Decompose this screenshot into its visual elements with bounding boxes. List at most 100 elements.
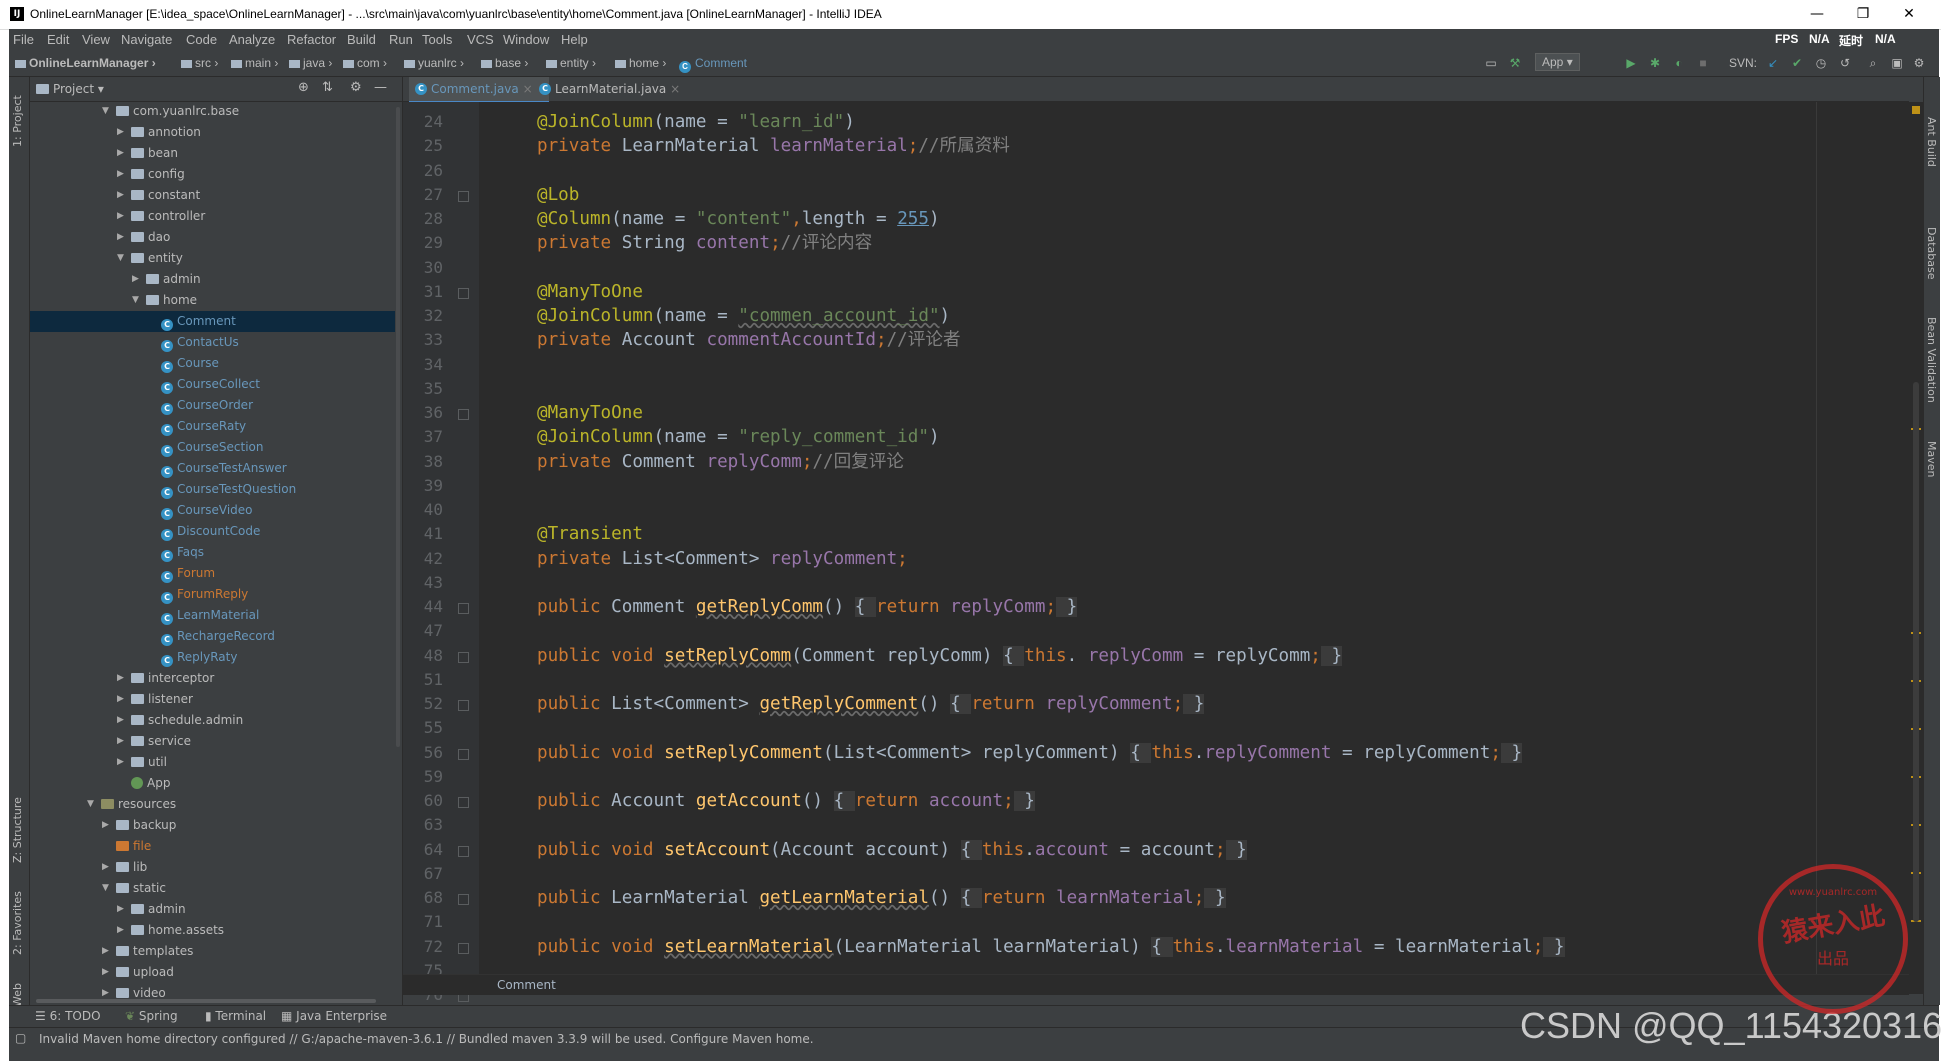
fold-marker-icon[interactable] — [458, 287, 469, 299]
expand-arrow-icon[interactable]: ▶ — [102, 962, 112, 983]
code-line[interactable]: public List<Comment> getReplyComment() {… — [537, 692, 1205, 716]
breadcrumb-src[interactable]: src › — [181, 56, 218, 70]
expand-arrow-icon[interactable]: ▶ — [117, 710, 127, 731]
tool-tab-web[interactable]: Web — [11, 983, 24, 1007]
code-line[interactable]: private Comment replyComm;//回复评论 — [537, 450, 904, 474]
hide-panel-icon[interactable]: — — [374, 80, 387, 95]
tree-item[interactable]: ▶ annotion — [30, 122, 395, 143]
revert-icon[interactable]: ↺ — [1837, 55, 1853, 71]
tree-item[interactable]: ▶ schedule.admin — [30, 710, 395, 731]
fold-marker-icon[interactable] — [458, 845, 469, 857]
tree-item[interactable]: file — [30, 836, 395, 857]
expand-arrow-icon[interactable]: ▶ — [117, 185, 127, 206]
build-hammer-icon[interactable]: ⚒ — [1507, 55, 1523, 71]
project-structure-icon[interactable]: ▭ — [1483, 55, 1499, 71]
breadcrumb-home[interactable]: home › — [615, 56, 666, 70]
tree-item[interactable]: ▶ backup — [30, 815, 395, 836]
close-tab-icon[interactable]: × — [523, 82, 533, 96]
tree-item[interactable]: ▶ interceptor — [30, 668, 395, 689]
tree-item[interactable]: C CourseOrder — [30, 395, 395, 416]
debug-icon[interactable]: ✱ — [1647, 55, 1663, 71]
status-message[interactable]: Invalid Maven home directory configured … — [39, 1032, 814, 1046]
code-line[interactable]: private LearnMaterial learnMaterial;//所属… — [537, 134, 1010, 158]
tool-tab-database[interactable]: Database — [1925, 227, 1938, 280]
tree-item[interactable]: ▶ home.assets — [30, 920, 395, 941]
expand-arrow-icon[interactable]: ▶ — [102, 857, 112, 878]
tool-terminal[interactable]: ▮ Terminal — [205, 1009, 266, 1023]
tree-item[interactable]: C CourseCollect — [30, 374, 395, 395]
tool-tab-project[interactable]: 1: Project — [11, 95, 24, 147]
expand-arrow-icon[interactable]: ▶ — [117, 731, 127, 752]
svn-commit-icon[interactable]: ✔ — [1789, 55, 1805, 71]
tree-item[interactable]: C CourseRaty — [30, 416, 395, 437]
settings-gear-icon[interactable]: ⚙ — [1911, 55, 1927, 71]
code-line[interactable]: @JoinColumn(name = "commen_account_id") — [537, 304, 950, 328]
status-window-icon[interactable]: ▢ — [15, 1031, 26, 1045]
collapse-arrow-icon[interactable]: ▼ — [102, 878, 112, 899]
collapse-arrow-icon[interactable]: ▼ — [117, 248, 127, 269]
expand-arrow-icon[interactable]: ▶ — [117, 752, 127, 773]
fold-marker-icon[interactable] — [458, 942, 469, 954]
tree-item[interactable]: C CourseSection — [30, 437, 395, 458]
expand-arrow-icon[interactable]: ▶ — [117, 227, 127, 248]
code-line[interactable]: public void setReplyComm(Comment replyCo… — [537, 644, 1343, 668]
tab-learnmaterial-java[interactable]: C LearnMaterial.java × — [533, 77, 697, 101]
breadcrumb-java[interactable]: java › — [289, 56, 332, 70]
fold-marker-icon[interactable] — [458, 700, 469, 711]
breadcrumb-main[interactable]: main › — [231, 56, 278, 70]
fold-marker-icon[interactable] — [458, 603, 469, 614]
fold-marker-icon[interactable] — [458, 190, 469, 202]
menu-vcs[interactable]: VCS — [467, 32, 494, 47]
tab-comment-java[interactable]: C Comment.java × — [409, 77, 549, 103]
tree-item[interactable]: ▶ upload — [30, 962, 395, 983]
tree-item[interactable]: C CourseTestAnswer — [30, 458, 395, 479]
tree-item[interactable]: ▶ templates — [30, 941, 395, 962]
code-line[interactable]: public LearnMaterial getLearnMaterial() … — [537, 886, 1226, 910]
stop-icon[interactable]: ■ — [1695, 55, 1711, 71]
expand-arrow-icon[interactable]: ▶ — [117, 920, 127, 941]
tree-item[interactable]: C RechargeRecord — [30, 626, 395, 647]
code-line[interactable]: @Transient — [537, 522, 643, 546]
code-line[interactable]: @JoinColumn(name = "reply_comment_id") — [537, 425, 940, 449]
code-line[interactable]: public void setAccount(Account account) … — [537, 838, 1247, 862]
tree-item[interactable]: App — [30, 773, 395, 794]
close-button[interactable]: ✕ — [1886, 3, 1932, 27]
expand-arrow-icon[interactable]: ▶ — [117, 899, 127, 920]
tree-item[interactable]: ▶ config — [30, 164, 395, 185]
breadcrumb-project[interactable]: OnlineLearnManager › — [15, 56, 156, 70]
tree-item[interactable]: C DiscountCode — [30, 521, 395, 542]
tree-item[interactable]: C CourseVideo — [30, 500, 395, 521]
code-line[interactable]: private Account commentAccountId;//评论者 — [537, 328, 961, 352]
tree-item[interactable]: ▶ lib — [30, 857, 395, 878]
breadcrumb-comment[interactable]: C Comment — [679, 56, 747, 73]
collapse-arrow-icon[interactable]: ▼ — [102, 101, 112, 122]
menu-window[interactable]: Window — [503, 32, 549, 47]
tree-item[interactable]: ▶ constant — [30, 185, 395, 206]
expand-arrow-icon[interactable]: ▶ — [117, 122, 127, 143]
tool-todo[interactable]: ☰ 6: TODO — [35, 1009, 101, 1023]
tree-item[interactable]: C LearnMaterial — [30, 605, 395, 626]
expand-arrow-icon[interactable]: ▶ — [132, 269, 142, 290]
breadcrumb-yuanlrc[interactable]: yuanlrc › — [404, 56, 464, 70]
restore-button[interactable]: ❐ — [1840, 3, 1886, 27]
tool-tab-structure[interactable]: Z: Structure — [11, 797, 24, 863]
menu-refactor[interactable]: Refactor — [287, 32, 336, 47]
code-line[interactable]: @Lob — [537, 183, 579, 207]
tool-spring[interactable]: ❦ Spring — [125, 1009, 178, 1023]
breadcrumb-entity[interactable]: entity › — [546, 56, 596, 70]
menu-code[interactable]: Code — [186, 32, 217, 47]
tree-item[interactable]: ▼ entity — [30, 248, 395, 269]
close-tab-icon[interactable]: × — [670, 82, 680, 96]
tree-item[interactable]: ▼ resources — [30, 794, 395, 815]
collapse-arrow-icon[interactable]: ▼ — [132, 290, 142, 311]
fold-marker-icon[interactable] — [458, 797, 469, 808]
tree-item[interactable]: ▶ admin — [30, 269, 395, 290]
tool-java-enterprise[interactable]: ▦ Java Enterprise — [281, 1009, 387, 1023]
menu-build[interactable]: Build — [347, 32, 376, 47]
error-stripe[interactable] — [1909, 102, 1923, 994]
run-icon[interactable]: ▶ — [1623, 55, 1639, 71]
tree-item[interactable]: C ContactUs — [30, 332, 395, 353]
expand-arrow-icon[interactable]: ▶ — [117, 689, 127, 710]
tree-item[interactable]: ▶ util — [30, 752, 395, 773]
tree-vertical-scrollbar[interactable] — [396, 107, 400, 747]
